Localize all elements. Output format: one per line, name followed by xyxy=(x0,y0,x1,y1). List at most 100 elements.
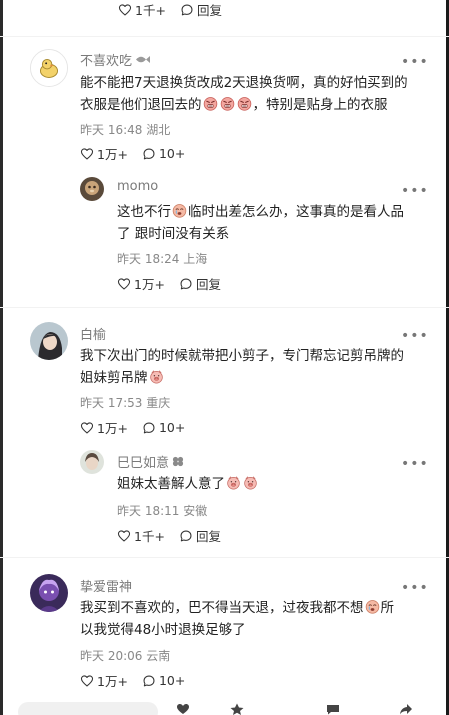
heart-outline-icon xyxy=(118,3,132,17)
avatar[interactable] xyxy=(30,49,68,87)
heart-outline-icon xyxy=(80,147,94,161)
reply-label: 回复 xyxy=(195,529,221,544)
heart-outline-icon xyxy=(117,529,131,543)
reply-text-line: 姐妹太善解人意了 xyxy=(117,473,427,495)
comment-actions: 1万+ 10+ xyxy=(80,418,185,437)
comment-text: 我下次出门的时候就带把小剪子，专门帮忘记剪吊牌的 姐妹剪吊牌 xyxy=(80,345,430,389)
angry-face-emoji xyxy=(220,96,235,111)
reply-button[interactable]: 回复 xyxy=(179,274,221,293)
comment-input-bar[interactable] xyxy=(18,702,158,715)
comment-location: 重庆 xyxy=(146,396,171,410)
reply-meta: 昨天 18:11 安徽 xyxy=(117,502,207,519)
speech-bubble-icon xyxy=(142,147,156,161)
like-count: 1千+ xyxy=(134,529,165,544)
avatar[interactable] xyxy=(80,450,104,474)
more-dots-icon[interactable]: ••• xyxy=(401,184,429,198)
pig-face-emoji xyxy=(149,369,164,384)
comment-time: 昨天 17:53 xyxy=(80,396,143,410)
reply-time: 昨天 18:11 xyxy=(117,504,180,518)
comment-text: 能不能把7天退换货改成2天退换货啊，真的好怕买到的 衣服是他们退回去的 ，特别是贴… xyxy=(80,72,430,116)
comment-bar-icon[interactable] xyxy=(326,703,340,715)
heart-outline-icon xyxy=(80,674,94,688)
avatar[interactable] xyxy=(30,574,68,612)
comment-meta: 昨天 16:48 湖北 xyxy=(80,121,170,138)
comment-location: 云南 xyxy=(146,649,171,663)
angry-face-emoji xyxy=(237,96,252,111)
reply-user-name[interactable]: 巳巳如意 xyxy=(117,452,184,471)
reply-count-button[interactable]: 10+ xyxy=(142,420,185,435)
more-dots-icon[interactable]: ••• xyxy=(401,329,429,343)
avatar[interactable] xyxy=(30,322,68,360)
reply-actions: 1千+ 回复 xyxy=(117,526,221,545)
like-bar-icon[interactable] xyxy=(176,703,190,715)
reply-actions: 1万+ 回复 xyxy=(117,274,221,293)
share-bar-icon[interactable] xyxy=(399,703,413,715)
like-button[interactable]: 1千+ xyxy=(118,0,166,19)
like-count: 1千+ xyxy=(135,3,166,18)
reply-user-name[interactable]: momo xyxy=(117,179,158,194)
divider xyxy=(0,557,449,558)
avatar[interactable] xyxy=(80,177,104,201)
like-count: 1万+ xyxy=(97,674,128,689)
speech-bubble-icon xyxy=(142,674,156,688)
reply-button[interactable]: 回复 xyxy=(180,0,222,19)
heart-outline-icon xyxy=(80,421,94,435)
reply-text-line: 了 跟时间没有关系 xyxy=(117,226,230,242)
reply-button[interactable]: 回复 xyxy=(179,526,221,545)
crying-face-emoji xyxy=(365,599,380,614)
like-count: 1万+ xyxy=(134,277,165,292)
like-button[interactable]: 1万+ xyxy=(80,418,128,437)
comment-text-line: 姐妹剪吊牌 xyxy=(80,367,430,389)
window-left-edge xyxy=(0,0,3,715)
comment-time: 昨天 16:48 xyxy=(80,123,143,137)
fish-badge-icon xyxy=(136,56,151,63)
star-bar-icon[interactable] xyxy=(230,703,244,715)
like-count: 1万+ xyxy=(97,147,128,162)
crying-face-emoji xyxy=(172,203,187,218)
like-button[interactable]: 1千+ xyxy=(117,526,165,545)
divider xyxy=(0,36,449,37)
reply-count: 10+ xyxy=(158,146,186,161)
comment-actions: 1万+ 10+ xyxy=(80,144,185,163)
pig-face-emoji xyxy=(243,475,258,490)
reply-location: 安徽 xyxy=(183,504,208,518)
speech-bubble-icon xyxy=(179,277,193,291)
comment-meta: 昨天 20:06 云南 xyxy=(80,647,170,664)
speech-bubble-icon xyxy=(180,3,194,17)
reply-text: 姐妹太善解人意了 xyxy=(117,473,427,495)
angry-face-emoji xyxy=(203,96,218,111)
comment-meta: 昨天 17:53 重庆 xyxy=(80,394,170,411)
speech-bubble-icon xyxy=(142,421,156,435)
comment-text-line: 我下次出门的时候就带把小剪子，专门帮忘记剪吊牌的 xyxy=(80,348,404,364)
heart-outline-icon xyxy=(117,277,131,291)
comment-user-name[interactable]: 不喜欢吃 xyxy=(80,50,151,69)
reply-avatar-image xyxy=(80,177,104,201)
comment-text: 我买到不喜欢的，巴不得当天退，过夜我都不想所 以我觉得48小时退换足够了 xyxy=(80,597,430,641)
more-dots-icon[interactable]: ••• xyxy=(401,457,429,471)
comment-location: 湖北 xyxy=(146,123,171,137)
reply-text-line: 这也不行 临时出差怎么办，这事真的是看人品 xyxy=(117,203,404,220)
reply-count: 10+ xyxy=(158,673,186,688)
comment-text-line: 能不能把7天退换货改成2天退换货啊，真的好怕买到的 xyxy=(80,75,408,91)
like-button[interactable]: 1万+ xyxy=(80,144,128,163)
divider xyxy=(0,307,449,308)
reply-count-button[interactable]: 10+ xyxy=(142,146,185,161)
character-avatar-image xyxy=(30,574,68,612)
more-dots-icon[interactable]: ••• xyxy=(401,581,429,595)
speech-bubble-icon xyxy=(179,529,193,543)
clover-badge-icon xyxy=(172,456,184,467)
like-count: 1万+ xyxy=(97,421,128,436)
reply-location: 上海 xyxy=(183,252,208,266)
comment-user-name[interactable]: 白榆 xyxy=(80,324,106,343)
reply-text: 这也不行 临时出差怎么办，这事真的是看人品 了 跟时间没有关系 xyxy=(117,201,427,245)
reply-time: 昨天 18:24 xyxy=(117,252,180,266)
like-button[interactable]: 1万+ xyxy=(117,274,165,293)
reply-count-button[interactable]: 10+ xyxy=(142,673,185,688)
top-reply-actions: 1千+ 回复 xyxy=(118,0,222,19)
duck-avatar-image xyxy=(31,50,67,86)
reply-meta: 昨天 18:24 上海 xyxy=(117,250,207,267)
like-button[interactable]: 1万+ xyxy=(80,671,128,690)
more-dots-icon[interactable]: ••• xyxy=(401,55,429,69)
comment-user-name[interactable]: 挚爱雷神 xyxy=(80,576,132,595)
comment-text-line: 我买到不喜欢的，巴不得当天退，过夜我都不想所 xyxy=(80,599,394,616)
